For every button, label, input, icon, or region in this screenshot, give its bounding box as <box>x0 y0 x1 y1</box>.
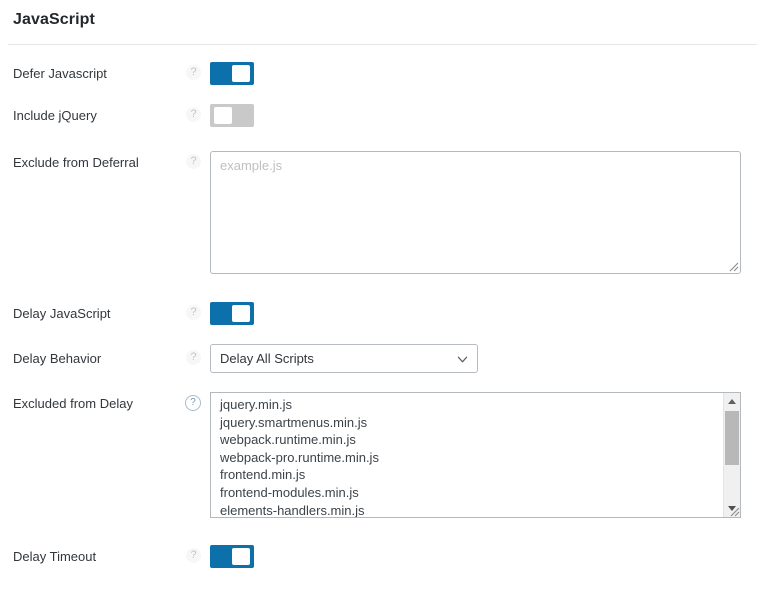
javascript-settings-panel: JavaScript Defer Javascript ? Include jQ… <box>0 0 765 590</box>
list-item[interactable]: webpack-pro.runtime.min.js <box>211 449 722 467</box>
help-icon-delay-timeout[interactable]: ? <box>186 548 201 563</box>
label-excluded-from-delay: Excluded from Delay <box>13 396 133 411</box>
label-delay-javascript: Delay JavaScript <box>13 306 111 321</box>
list-item[interactable]: webpack.runtime.min.js <box>211 431 722 449</box>
help-icon-excluded-from-delay[interactable]: ? <box>185 395 201 411</box>
resize-handle-icon[interactable] <box>726 259 739 272</box>
list-item[interactable]: jquery.smartmenus.min.js <box>211 414 722 432</box>
list-item[interactable]: frontend-modules.min.js <box>211 484 722 502</box>
delay-behavior-select[interactable]: Delay All Scripts <box>210 344 478 373</box>
toggle-delay-javascript[interactable] <box>210 302 254 325</box>
label-defer-javascript: Defer Javascript <box>13 66 107 81</box>
chevron-down-icon[interactable] <box>457 354 468 365</box>
caret-up-icon <box>728 399 736 404</box>
exclude-from-deferral-textarea[interactable]: example.js <box>210 151 741 274</box>
listbox-scrollbar[interactable] <box>723 393 740 517</box>
toggle-defer-javascript[interactable] <box>210 62 254 85</box>
help-icon-include-jquery[interactable]: ? <box>186 107 201 122</box>
scroll-up-button[interactable] <box>724 393 740 410</box>
delay-behavior-selected-value: Delay All Scripts <box>220 351 314 366</box>
toggle-knob <box>232 65 250 82</box>
toggle-include-jquery[interactable] <box>210 104 254 127</box>
list-item[interactable]: elements-handlers.min.js <box>211 502 722 517</box>
excluded-from-delay-items: jquery.min.js jquery.smartmenus.min.js w… <box>211 396 722 517</box>
scroll-down-button[interactable] <box>724 500 740 517</box>
caret-down-icon <box>728 506 736 511</box>
help-icon-delay-javascript[interactable]: ? <box>186 305 201 320</box>
scrollbar-thumb[interactable] <box>725 411 739 465</box>
help-icon-defer-javascript[interactable]: ? <box>186 65 201 80</box>
textarea-placeholder: example.js <box>220 158 283 173</box>
excluded-from-delay-listbox[interactable]: jquery.min.js jquery.smartmenus.min.js w… <box>210 392 741 518</box>
label-delay-behavior: Delay Behavior <box>13 351 102 366</box>
help-icon-exclude-from-deferral[interactable]: ? <box>186 154 201 169</box>
label-delay-timeout: Delay Timeout <box>13 549 97 564</box>
label-exclude-from-deferral: Exclude from Deferral <box>13 155 139 170</box>
toggle-knob <box>232 548 250 565</box>
list-item[interactable]: frontend.min.js <box>211 466 722 484</box>
help-icon-delay-behavior[interactable]: ? <box>186 350 201 365</box>
page-title: JavaScript <box>13 11 95 28</box>
toggle-knob <box>232 305 250 322</box>
toggle-delay-timeout[interactable] <box>210 545 254 568</box>
header-divider <box>8 44 757 45</box>
list-item[interactable]: jquery.min.js <box>211 396 722 414</box>
label-include-jquery: Include jQuery <box>13 108 97 123</box>
toggle-knob <box>214 107 232 124</box>
